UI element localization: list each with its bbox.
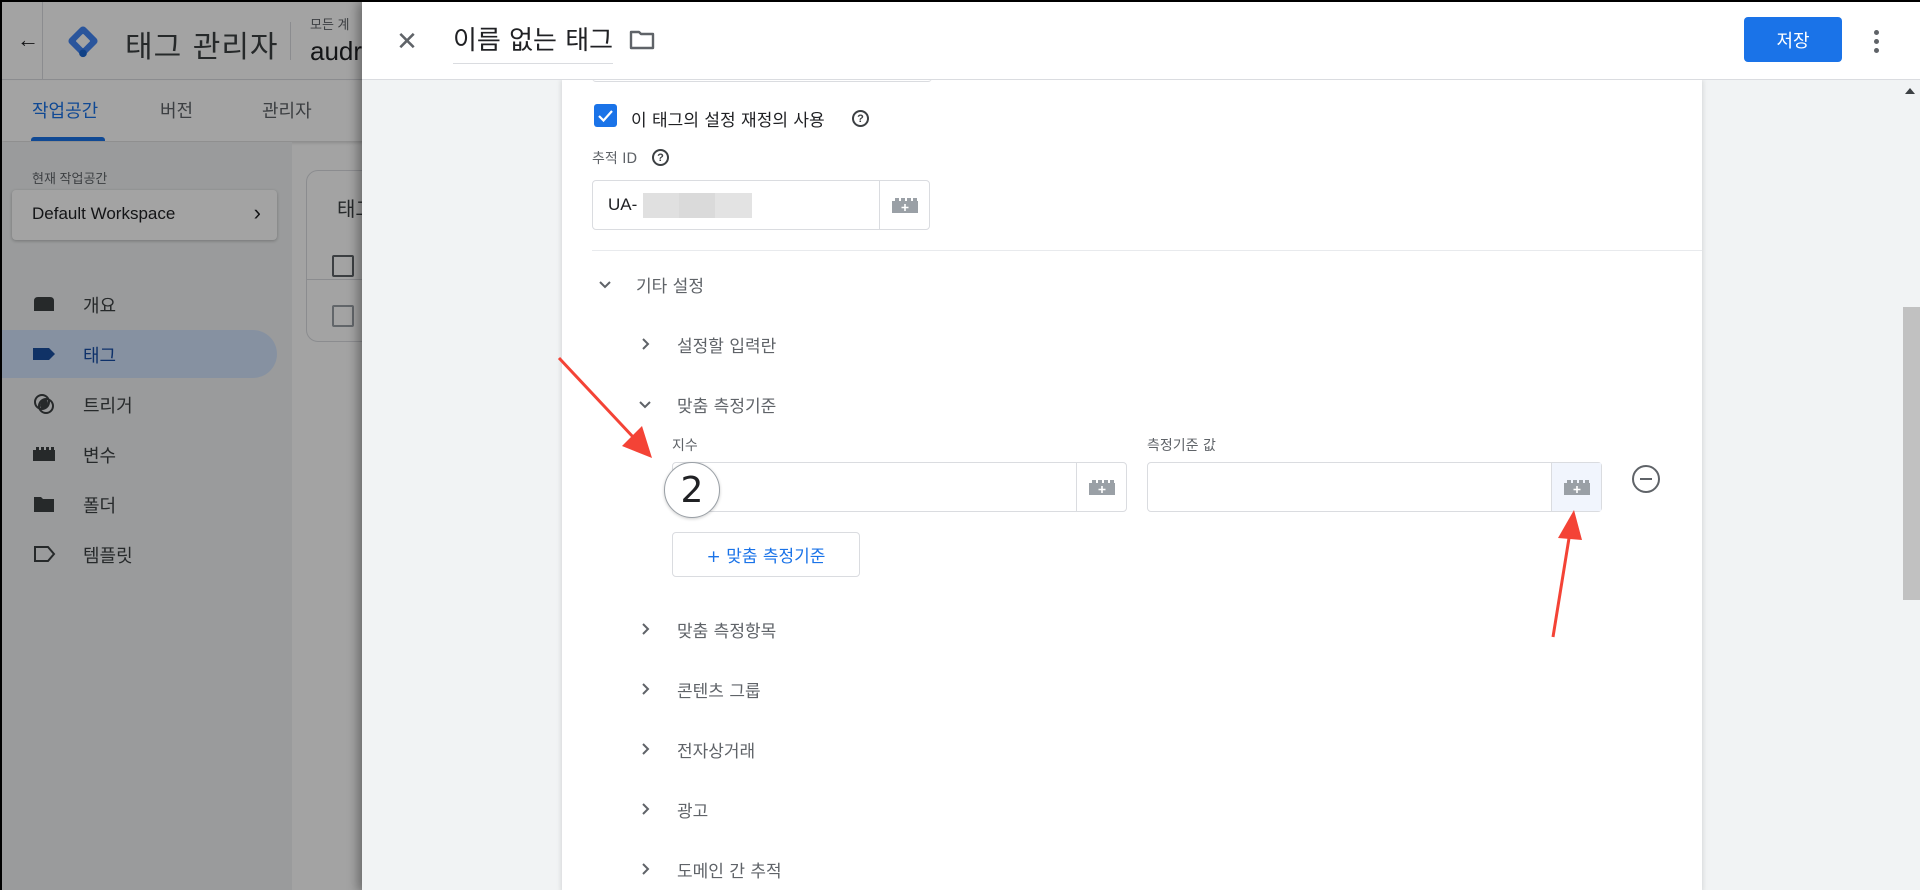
scrollbar[interactable]	[1900, 80, 1920, 890]
help-icon[interactable]: ?	[652, 149, 669, 166]
tracking-id-label-text: 추적 ID	[592, 151, 638, 167]
tag-editor-panel: ✕ 이름 없는 태그 저장 이 태그의 설정 재정의 사용 ? 추적 ID ? …	[362, 2, 1920, 890]
index-input[interactable]	[673, 463, 1076, 511]
step-number-badge: 2	[664, 462, 720, 518]
variable-add-icon	[1088, 480, 1115, 495]
folder-outline-icon[interactable]	[628, 28, 656, 52]
accordion-label: 전자상거래	[677, 741, 756, 762]
section-fields-to-set[interactable]: 설정할 입력란	[638, 329, 776, 359]
chevron-right-icon	[642, 338, 650, 350]
section-custom-dimensions[interactable]: 맞춤 측정기준	[638, 389, 776, 419]
tracking-id-field	[592, 180, 930, 230]
accordion-label: 기타 설정	[636, 276, 704, 297]
minus-circle-icon	[1640, 478, 1652, 480]
add-custom-dimension-button[interactable]: + 맞춤 측정기준	[672, 532, 860, 577]
chevron-down-icon	[599, 281, 611, 289]
chevron-right-icon	[642, 683, 650, 695]
scrollbar-thumb[interactable]	[1903, 307, 1920, 600]
accordion-label: 광고	[677, 801, 709, 822]
accordion-label: 콘텐츠 그룹	[677, 681, 761, 702]
panel-header: ✕ 이름 없는 태그 저장	[362, 2, 1920, 80]
divider	[592, 250, 1702, 251]
more-vert-icon[interactable]	[1864, 22, 1888, 60]
section-content-groups[interactable]: 콘텐츠 그룹	[638, 674, 761, 704]
variable-picker-button[interactable]	[1076, 463, 1126, 511]
chevron-right-icon	[642, 623, 650, 635]
section-cross-domain-tracking[interactable]: 도메인 간 추적	[638, 854, 782, 884]
section-advertising[interactable]: 광고	[638, 794, 708, 824]
dimension-value-input[interactable]	[1148, 463, 1551, 511]
accordion-label: 맞춤 측정기준	[677, 396, 777, 417]
dimension-value-label: 측정기준 값	[1147, 438, 1216, 454]
chevron-right-icon	[642, 803, 650, 815]
remove-row-button[interactable]	[1632, 465, 1660, 493]
index-label: 지수	[672, 438, 698, 454]
tag-name-input[interactable]: 이름 없는 태그	[453, 20, 614, 64]
more-settings-toggle[interactable]: 기타 설정	[598, 269, 704, 299]
variable-picker-button[interactable]	[879, 181, 929, 229]
override-settings-checkbox[interactable]	[594, 104, 617, 127]
chevron-right-icon	[642, 863, 650, 875]
variable-add-icon	[1563, 480, 1590, 495]
variable-add-icon	[891, 198, 918, 213]
variable-picker-button[interactable]	[1551, 463, 1601, 511]
tag-configuration-card: 이 태그의 설정 재정의 사용 ? 추적 ID ? 기타 설정 설정할 입력란 …	[562, 80, 1702, 890]
index-field	[672, 462, 1127, 512]
scroll-up-arrow-icon[interactable]	[1905, 88, 1915, 94]
close-icon: ✕	[396, 25, 418, 56]
section-ecommerce[interactable]: 전자상거래	[638, 734, 755, 764]
chevron-down-icon	[639, 401, 651, 409]
close-button[interactable]: ✕	[388, 22, 426, 60]
section-custom-metrics[interactable]: 맞춤 측정항목	[638, 614, 776, 644]
tracking-id-label: 추적 ID	[592, 148, 637, 168]
accordion-label: 도메인 간 추적	[677, 861, 782, 882]
redacted-text	[643, 193, 752, 218]
save-button[interactable]: 저장	[1744, 17, 1842, 62]
chevron-right-icon	[642, 743, 650, 755]
dimension-value-field	[1147, 462, 1602, 512]
accordion-label: 설정할 입력란	[677, 336, 777, 357]
override-settings-label: 이 태그의 설정 재정의 사용	[631, 111, 825, 131]
help-icon[interactable]: ?	[852, 110, 869, 127]
accordion-label: 맞춤 측정항목	[677, 621, 777, 642]
